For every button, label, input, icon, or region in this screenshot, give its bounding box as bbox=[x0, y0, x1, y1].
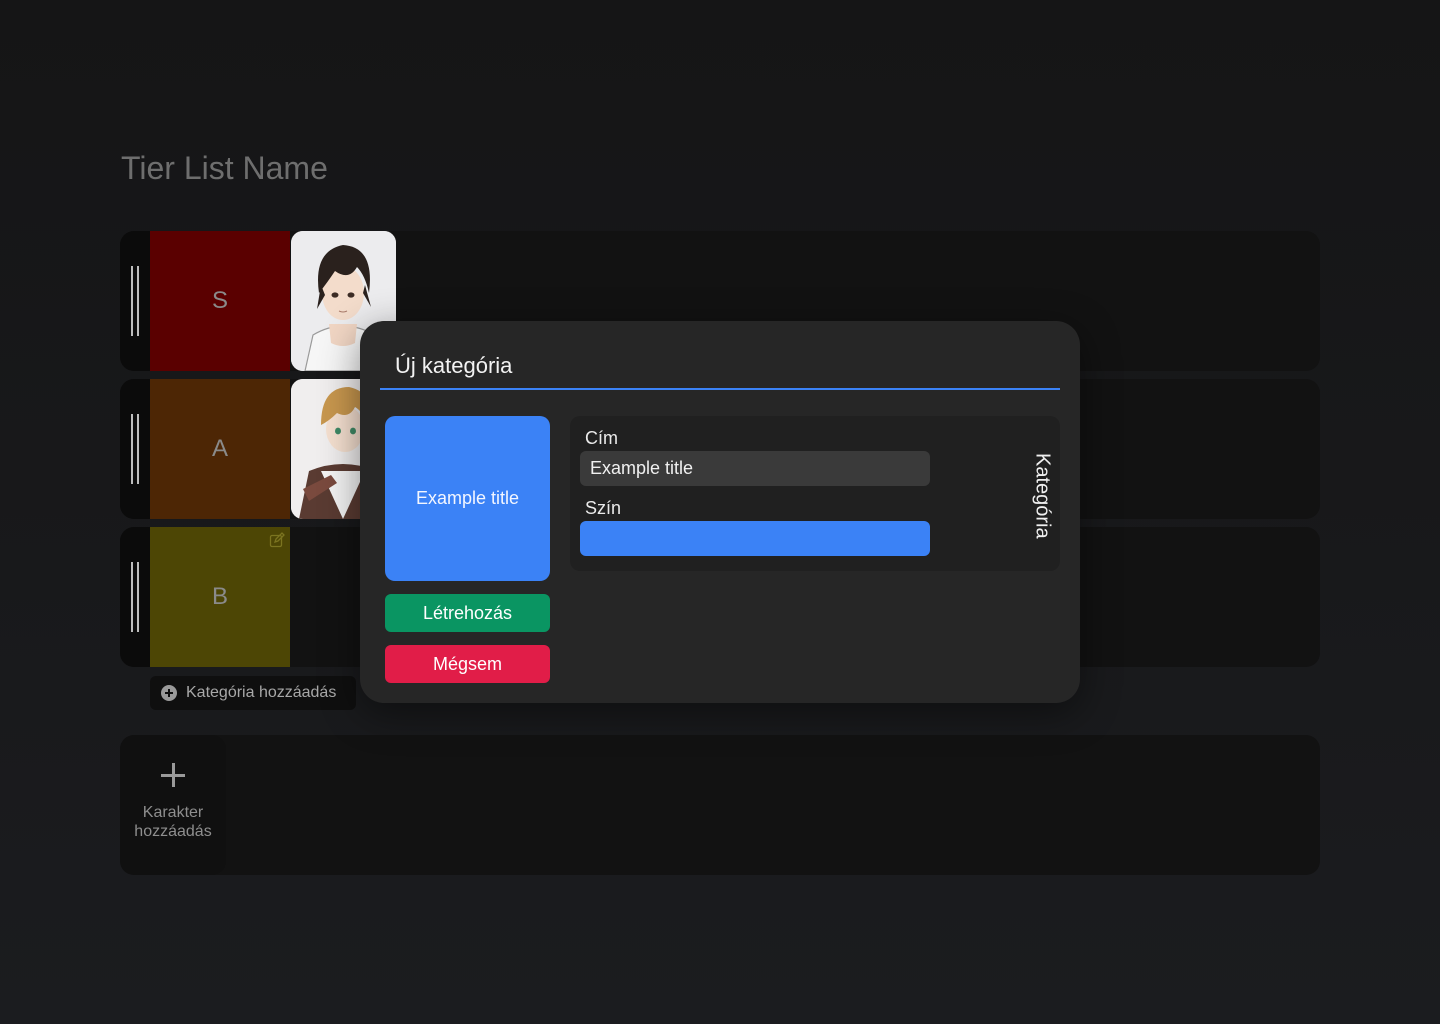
tier-label-s[interactable]: S bbox=[150, 231, 290, 371]
title-input[interactable] bbox=[580, 451, 930, 486]
drag-handle-icon[interactable] bbox=[120, 231, 150, 371]
modal-header: Új kategória bbox=[380, 321, 1060, 390]
title-field-label: Cím bbox=[585, 428, 618, 448]
add-character-button[interactable]: Karakter hozzáadás bbox=[120, 735, 226, 875]
add-category-label: Kategória hozzáadás bbox=[186, 684, 337, 701]
drag-handle-icon[interactable] bbox=[120, 379, 150, 519]
edit-icon[interactable] bbox=[269, 532, 285, 548]
cancel-button[interactable]: Mégsem bbox=[385, 645, 550, 683]
category-side-label: Kategória bbox=[1031, 453, 1054, 539]
new-category-modal: Új kategória Example title Létrehozás Mé… bbox=[360, 321, 1080, 703]
create-button[interactable]: Létrehozás bbox=[385, 594, 550, 632]
page-title: Tier List Name bbox=[121, 150, 328, 186]
category-preview: Example title bbox=[385, 416, 550, 581]
tier-label-a[interactable]: A bbox=[150, 379, 290, 519]
plus-circle-icon bbox=[161, 685, 177, 701]
modal-title: Új kategória bbox=[395, 353, 513, 378]
color-picker[interactable] bbox=[580, 521, 930, 556]
category-form: Cím Szín Kategória bbox=[570, 416, 1060, 571]
add-category-button[interactable]: Kategória hozzáadás bbox=[150, 676, 356, 710]
drag-handle-icon[interactable] bbox=[120, 527, 150, 667]
add-character-label: Karakter hozzáadás bbox=[134, 804, 212, 840]
character-pool: Karakter hozzáadás bbox=[120, 735, 1320, 875]
plus-icon bbox=[161, 763, 185, 787]
color-field-label: Szín bbox=[585, 498, 622, 518]
tier-label-b[interactable]: B bbox=[150, 527, 290, 667]
